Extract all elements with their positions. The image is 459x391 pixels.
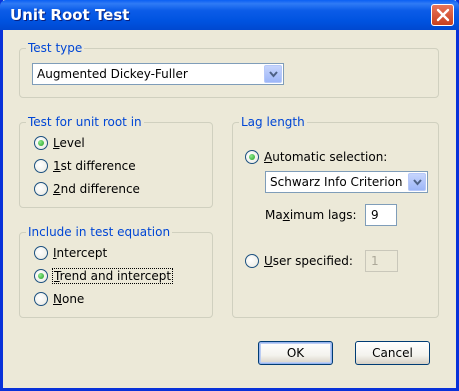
label-rest: st difference <box>60 159 136 173</box>
label-rest: evel <box>59 136 85 150</box>
radio-automatic-selection[interactable]: Automatic selection: <box>245 149 425 167</box>
test-type-group: Test type Augmented Dickey-Fuller <box>19 41 439 98</box>
unit-root-in-legend: Test for unit root in <box>26 115 144 129</box>
radio-1st-difference-label: 1st difference <box>53 159 136 173</box>
include-in-equation-group: Include in test equation Intercept Trend… <box>19 225 213 318</box>
unit-root-test-dialog: Unit Root Test Test type Augmented Dicke… <box>0 0 459 391</box>
label-rest: ntercept <box>56 246 108 260</box>
radio-button[interactable] <box>34 292 48 306</box>
radio-trend-and-intercept-label: Trend and intercept <box>51 268 174 284</box>
test-type-dropdown-button[interactable] <box>264 65 282 83</box>
cancel-button[interactable]: Cancel <box>355 341 430 365</box>
mnemonic: U <box>264 254 273 268</box>
label-rest: utomatic selection: <box>272 150 388 164</box>
radio-selected-dot <box>38 140 44 146</box>
radio-2nd-difference-label: 2nd difference <box>53 182 140 196</box>
close-icon <box>436 8 450 22</box>
test-type-legend: Test type <box>26 41 85 55</box>
radio-button[interactable] <box>34 159 48 173</box>
test-type-value: Augmented Dickey-Fuller <box>37 67 188 81</box>
radio-button[interactable] <box>245 254 259 268</box>
radio-1st-difference[interactable]: 1st difference <box>34 158 194 176</box>
radio-2nd-difference[interactable]: 2nd difference <box>34 181 194 199</box>
label-rest: nd difference <box>60 182 140 196</box>
max-lags-label: Maximum lags: <box>265 208 357 222</box>
radio-automatic-selection-label: Automatic selection: <box>264 150 387 164</box>
chevron-down-icon <box>413 179 422 186</box>
chevron-down-icon <box>269 71 278 78</box>
mnemonic: 1 <box>53 159 61 173</box>
lag-length-group: Lag length Automatic selection: Schwarz … <box>232 115 439 318</box>
label-part: Ma <box>265 208 283 222</box>
title-bar[interactable]: Unit Root Test <box>0 0 459 30</box>
radio-none-label: None <box>53 292 84 306</box>
unit-root-in-group: Test for unit root in Level 1st differen… <box>19 115 213 208</box>
label-part: imum lags: <box>289 208 357 222</box>
close-button[interactable] <box>431 4 454 26</box>
radio-level[interactable]: Level <box>34 135 194 153</box>
radio-button[interactable] <box>34 136 48 150</box>
mnemonic: N <box>53 292 62 306</box>
criterion-value: Schwarz Info Criterion <box>270 175 403 189</box>
mnemonic: x <box>282 208 290 222</box>
ok-button[interactable]: OK <box>258 341 333 365</box>
radio-button[interactable] <box>34 246 48 260</box>
radio-level-label: Level <box>53 136 85 150</box>
user-specified-input[interactable]: 1 <box>365 250 398 272</box>
mnemonic: 2 <box>53 182 61 196</box>
label-rest: one <box>61 292 85 306</box>
label-rest: ser specified: <box>272 254 353 268</box>
include-in-equation-legend: Include in test equation <box>26 225 173 239</box>
test-type-select[interactable]: Augmented Dickey-Fuller <box>32 63 284 85</box>
radio-button[interactable] <box>245 150 259 164</box>
radio-intercept-label: Intercept <box>53 246 107 260</box>
radio-user-specified-label: User specified: <box>264 254 353 268</box>
label-rest: rend and intercept <box>59 269 172 283</box>
window-title: Unit Root Test <box>10 6 130 24</box>
radio-trend-and-intercept[interactable]: Trend and intercept <box>34 268 194 286</box>
radio-user-specified[interactable]: User specified: <box>245 253 355 271</box>
radio-button[interactable] <box>34 269 48 283</box>
radio-button[interactable] <box>34 182 48 196</box>
criterion-dropdown-button[interactable] <box>408 173 426 191</box>
radio-intercept[interactable]: Intercept <box>34 245 194 263</box>
max-lags-input[interactable]: 9 <box>365 204 397 226</box>
radio-selected-dot <box>38 273 44 279</box>
radio-none[interactable]: None <box>34 291 194 309</box>
radio-selected-dot <box>249 154 255 160</box>
lag-length-legend: Lag length <box>239 115 307 129</box>
mnemonic: A <box>264 150 273 164</box>
criterion-select[interactable]: Schwarz Info Criterion <box>265 171 428 193</box>
